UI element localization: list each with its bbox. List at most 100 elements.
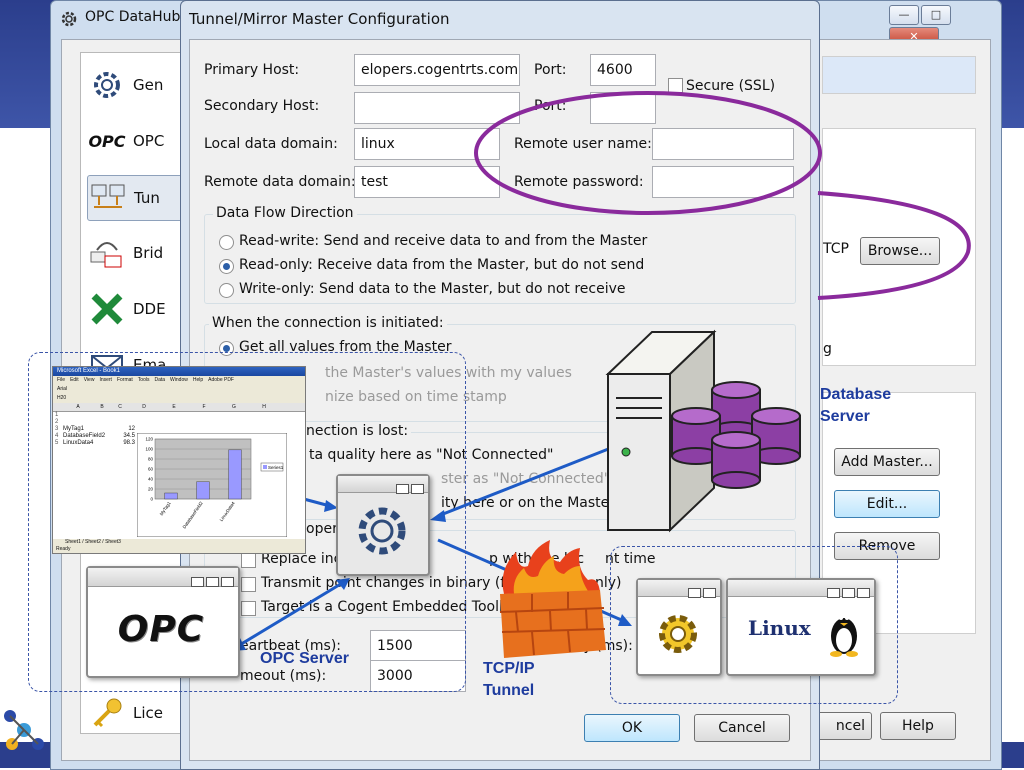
remote-password-input[interactable]: [652, 166, 794, 198]
browse-button[interactable]: Browse...: [860, 237, 940, 265]
cancel-button[interactable]: Cancel: [694, 714, 790, 742]
data-flow-group: Data Flow Direction Read-write: Send and…: [204, 205, 796, 304]
excel-x-icon: [91, 293, 123, 325]
nav-label: Gen: [133, 76, 164, 94]
write-only-radio[interactable]: [219, 283, 234, 298]
remote-domain-label: Remote data domain:: [204, 174, 356, 190]
sheet-tab[interactable]: Sheet2: [85, 539, 101, 545]
nav-item-license[interactable]: Lice: [87, 691, 185, 735]
read-only-label: Read-only: Receive data from the Master,…: [239, 257, 645, 273]
excel-menu-item[interactable]: View: [84, 377, 95, 383]
database-server-callout: Database Server: [820, 386, 892, 425]
network-computers-icon: [91, 184, 125, 208]
excel-column-label: F: [202, 404, 206, 410]
excel-column-label: G: [232, 404, 236, 410]
excel-row-number: 4: [55, 433, 59, 439]
excel-row-number: 3: [55, 426, 59, 432]
excel-menu-item[interactable]: Insert: [99, 377, 112, 383]
add-master-button[interactable]: Add Master...: [834, 448, 940, 476]
excel-titlebar: Microsoft Excel - Book1: [53, 367, 305, 376]
remote-user-input[interactable]: [652, 128, 794, 160]
sheet-tab[interactable]: Sheet1: [65, 539, 81, 545]
local-domain-input[interactable]: linux: [354, 128, 500, 160]
read-write-label: Read-write: Send and receive data to and…: [239, 233, 648, 249]
chart-legend-label: Series1: [268, 465, 284, 470]
window-title: OPC DataHub: [85, 9, 181, 25]
ok-button[interactable]: OK: [584, 714, 680, 742]
help-button[interactable]: Help: [880, 712, 956, 740]
excel-menu-items: File Edit View Insert Format Tools Data Window H…: [57, 377, 239, 383]
port-input[interactable]: 4600: [590, 54, 656, 86]
chart-bar: [164, 492, 178, 500]
sheet-tab[interactable]: Sheet3: [105, 539, 121, 545]
excel-cell[interactable]: MyTag1: [63, 426, 84, 433]
opc-server-window: OPC: [86, 566, 240, 678]
nav-label: Brid: [133, 244, 164, 262]
secondary-host-input[interactable]: [354, 92, 520, 124]
nav-item-bridging[interactable]: Brid: [87, 231, 185, 275]
excel-cell[interactable]: 34.5: [123, 433, 135, 440]
nav-item-tunnel[interactable]: Tun: [87, 175, 187, 221]
excel-row: 4 DatabaseField2 34.5: [53, 433, 137, 440]
linux-window: Linux: [726, 578, 876, 676]
remote-domain-input[interactable]: test: [354, 166, 500, 198]
firewall-icon: [499, 540, 606, 658]
minimize-button[interactable]: —: [889, 5, 919, 25]
secure-ssl-checkbox[interactable]: [668, 78, 683, 93]
nav-item-opc[interactable]: OPC OPC: [87, 119, 185, 163]
nav-label: OPC: [133, 132, 165, 150]
primary-host-label: Primary Host:: [204, 62, 300, 78]
nav-item-dde[interactable]: DDE: [87, 287, 185, 331]
secondary-port-label: Port:: [534, 98, 567, 114]
excel-cell[interactable]: 12: [128, 426, 135, 433]
tux-penguin-icon: [830, 616, 858, 657]
key-icon: [93, 698, 122, 728]
excel-row: 3 MyTag1 12: [53, 426, 137, 433]
mini-titlebar: [338, 476, 428, 494]
mini-titlebar: [88, 568, 238, 587]
excel-cell[interactable]: LinuxData4: [63, 440, 93, 447]
excel-column-label: A: [76, 404, 80, 410]
excel-row-number: 2: [55, 419, 59, 425]
opc-logo: OPC: [117, 608, 205, 650]
gear-icon: [659, 615, 697, 653]
read-write-radio[interactable]: [219, 235, 234, 250]
excel-menu-item[interactable]: Help: [193, 377, 203, 383]
excel-cell[interactable]: 98.3: [123, 440, 135, 447]
chart-legend-swatch: [263, 465, 267, 469]
excel-menu-item[interactable]: Data: [154, 377, 165, 383]
chart-y-tick-label: 80: [148, 457, 154, 462]
excel-toolbar: Arial: [53, 385, 305, 394]
header-panel: [822, 56, 976, 94]
excel-menu-item[interactable]: Window: [170, 377, 188, 383]
linux-logo-text: Linux: [748, 616, 811, 640]
opc-logo-icon: OPC: [88, 131, 126, 151]
primary-host-input[interactable]: elopers.cogentrts.com: [354, 54, 520, 86]
excel-font-box: Arial: [57, 386, 68, 392]
chart-y-tick-label: 20: [148, 487, 154, 492]
excel-column-header: A B C D E F G H: [53, 403, 305, 412]
nav-label: Lice: [133, 704, 163, 722]
secondary-port-input[interactable]: [590, 92, 656, 124]
excel-column-label: H: [262, 404, 266, 410]
excel-row: 5 LinuxData4 98.3: [53, 440, 137, 447]
excel-row-number: 1: [55, 412, 59, 418]
excel-menu-item[interactable]: Format: [117, 377, 133, 383]
bridge-icon: [90, 242, 122, 268]
lost-option-2: ster as "Not Connected": [441, 471, 611, 487]
data-flow-title: Data Flow Direction: [213, 205, 357, 221]
excel-cell[interactable]: DatabaseField2: [63, 433, 105, 440]
excel-menu-item[interactable]: Edit: [70, 377, 79, 383]
chart-y-tick-label: 40: [148, 477, 154, 482]
edit-button[interactable]: Edit...: [834, 490, 940, 518]
maximize-button[interactable]: □: [921, 5, 951, 25]
excel-sheet-tabs: Sheet1 / Sheet2 / Sheet3: [53, 539, 305, 546]
mini-titlebar: [638, 580, 720, 598]
excel-column-label: D: [142, 404, 146, 410]
nav-item-general[interactable]: Gen: [87, 63, 185, 107]
excel-menu-item[interactable]: Adobe PDF: [208, 377, 234, 383]
nav-label: Tun: [134, 189, 160, 207]
read-only-radio[interactable]: [219, 259, 234, 274]
excel-menu-item[interactable]: Tools: [138, 377, 150, 383]
excel-menu-item[interactable]: File: [57, 377, 65, 383]
